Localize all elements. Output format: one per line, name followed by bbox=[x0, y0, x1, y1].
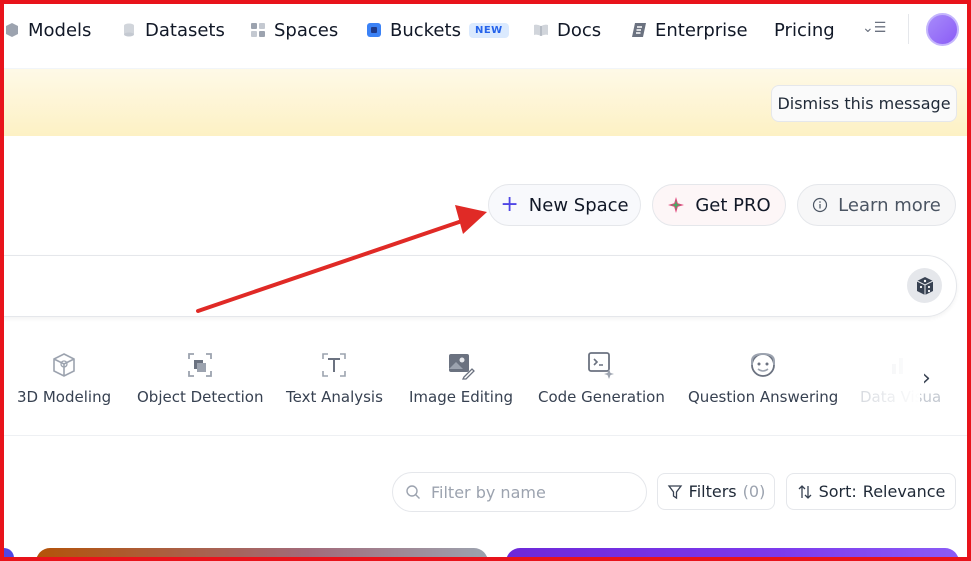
filter-placeholder: Filter by name bbox=[431, 482, 546, 502]
category-object-detection[interactable]: Object Detection bbox=[137, 350, 264, 406]
nav-datasets-label: Datasets bbox=[145, 19, 225, 41]
category-label: Image Editing bbox=[409, 388, 513, 406]
category-label: Question Answering bbox=[688, 388, 839, 406]
category-text-analysis[interactable]: Text Analysis bbox=[286, 350, 383, 406]
category-code-generation[interactable]: Code Generation bbox=[538, 350, 665, 406]
card-edge bbox=[0, 548, 14, 561]
book-icon bbox=[534, 24, 548, 36]
dice-icon bbox=[916, 276, 933, 295]
code-icon bbox=[588, 352, 615, 379]
more-menu-icon[interactable]: ⌄☰ bbox=[862, 20, 886, 36]
image-edit-icon bbox=[449, 354, 475, 380]
dismiss-button[interactable]: Dismiss this message bbox=[771, 85, 957, 122]
nav-docs-label: Docs bbox=[557, 19, 602, 41]
filters-label: Filters bbox=[688, 482, 737, 501]
filters-button[interactable]: Filters (0) bbox=[657, 473, 775, 510]
space-card[interactable] bbox=[506, 548, 959, 561]
category-3d-modeling[interactable]: 3D Modeling bbox=[17, 350, 111, 406]
new-badge: NEW bbox=[468, 22, 509, 38]
spaces-search-input[interactable] bbox=[0, 255, 957, 317]
nav-spaces[interactable]: Spaces bbox=[250, 16, 338, 44]
get-pro-button[interactable]: Get PRO bbox=[652, 184, 786, 226]
sparkle-icon bbox=[668, 197, 685, 213]
plus-icon: + bbox=[500, 192, 519, 217]
category-label: Text Analysis bbox=[286, 388, 383, 406]
new-space-button[interactable]: + New Space bbox=[488, 184, 641, 226]
category-image-editing[interactable]: Image Editing bbox=[409, 350, 513, 406]
sort-label: Sort: bbox=[818, 482, 857, 501]
learn-more-button[interactable]: Learn more bbox=[797, 184, 956, 226]
nav-models-label: Models bbox=[28, 19, 92, 41]
nav-pricing[interactable]: Pricing bbox=[774, 16, 835, 44]
cube-outline-icon bbox=[53, 353, 75, 377]
nav-spaces-label: Spaces bbox=[274, 19, 339, 41]
section-divider bbox=[0, 435, 971, 436]
category-label: Object Detection bbox=[137, 388, 264, 406]
nav-datasets[interactable]: Datasets bbox=[121, 16, 225, 44]
grid-icon bbox=[251, 23, 265, 37]
nav-models[interactable]: Models bbox=[4, 16, 91, 44]
category-label: 3D Modeling bbox=[17, 388, 112, 406]
bucket-icon bbox=[367, 23, 381, 37]
space-card[interactable] bbox=[36, 548, 488, 561]
nav-pricing-label: Pricing bbox=[774, 19, 835, 41]
nav-divider bbox=[908, 14, 909, 44]
get-pro-label: Get PRO bbox=[695, 194, 771, 216]
nav-enterprise-label: Enterprise bbox=[655, 19, 748, 41]
category-question-answering[interactable]: Question Answering bbox=[688, 350, 838, 406]
nav-docs[interactable]: Docs bbox=[533, 16, 601, 44]
filter-icon bbox=[667, 484, 682, 499]
object-detection-icon bbox=[188, 353, 213, 377]
nav-enterprise[interactable]: Enterprise bbox=[631, 16, 748, 44]
learn-more-label: Learn more bbox=[838, 194, 941, 216]
new-space-label: New Space bbox=[528, 194, 629, 216]
avatar[interactable] bbox=[926, 13, 959, 46]
filter-by-name-input[interactable]: Filter by name bbox=[392, 472, 647, 512]
filters-count: (0) bbox=[742, 482, 766, 501]
arrow-head bbox=[455, 205, 487, 234]
chevron-right-icon[interactable]: › bbox=[922, 366, 931, 391]
category-label: Code Generation bbox=[538, 388, 665, 406]
chat-icon bbox=[751, 352, 776, 377]
random-space-button[interactable] bbox=[907, 268, 942, 303]
nav-buckets-label: Buckets bbox=[390, 19, 461, 41]
sort-icon bbox=[798, 484, 812, 499]
database-icon bbox=[124, 23, 134, 37]
sort-value: Relevance bbox=[862, 482, 946, 501]
info-icon bbox=[813, 197, 828, 213]
sort-button[interactable]: Sort: Relevance bbox=[786, 473, 956, 510]
top-nav: Models Datasets Spaces Buckets NEW Docs … bbox=[0, 0, 971, 62]
category-fade-overlay bbox=[850, 345, 920, 415]
cube-icon bbox=[6, 23, 18, 37]
nav-buckets[interactable]: Buckets NEW bbox=[366, 16, 509, 44]
search-icon bbox=[406, 485, 420, 499]
enterprise-icon bbox=[632, 23, 646, 37]
text-icon bbox=[322, 353, 347, 377]
